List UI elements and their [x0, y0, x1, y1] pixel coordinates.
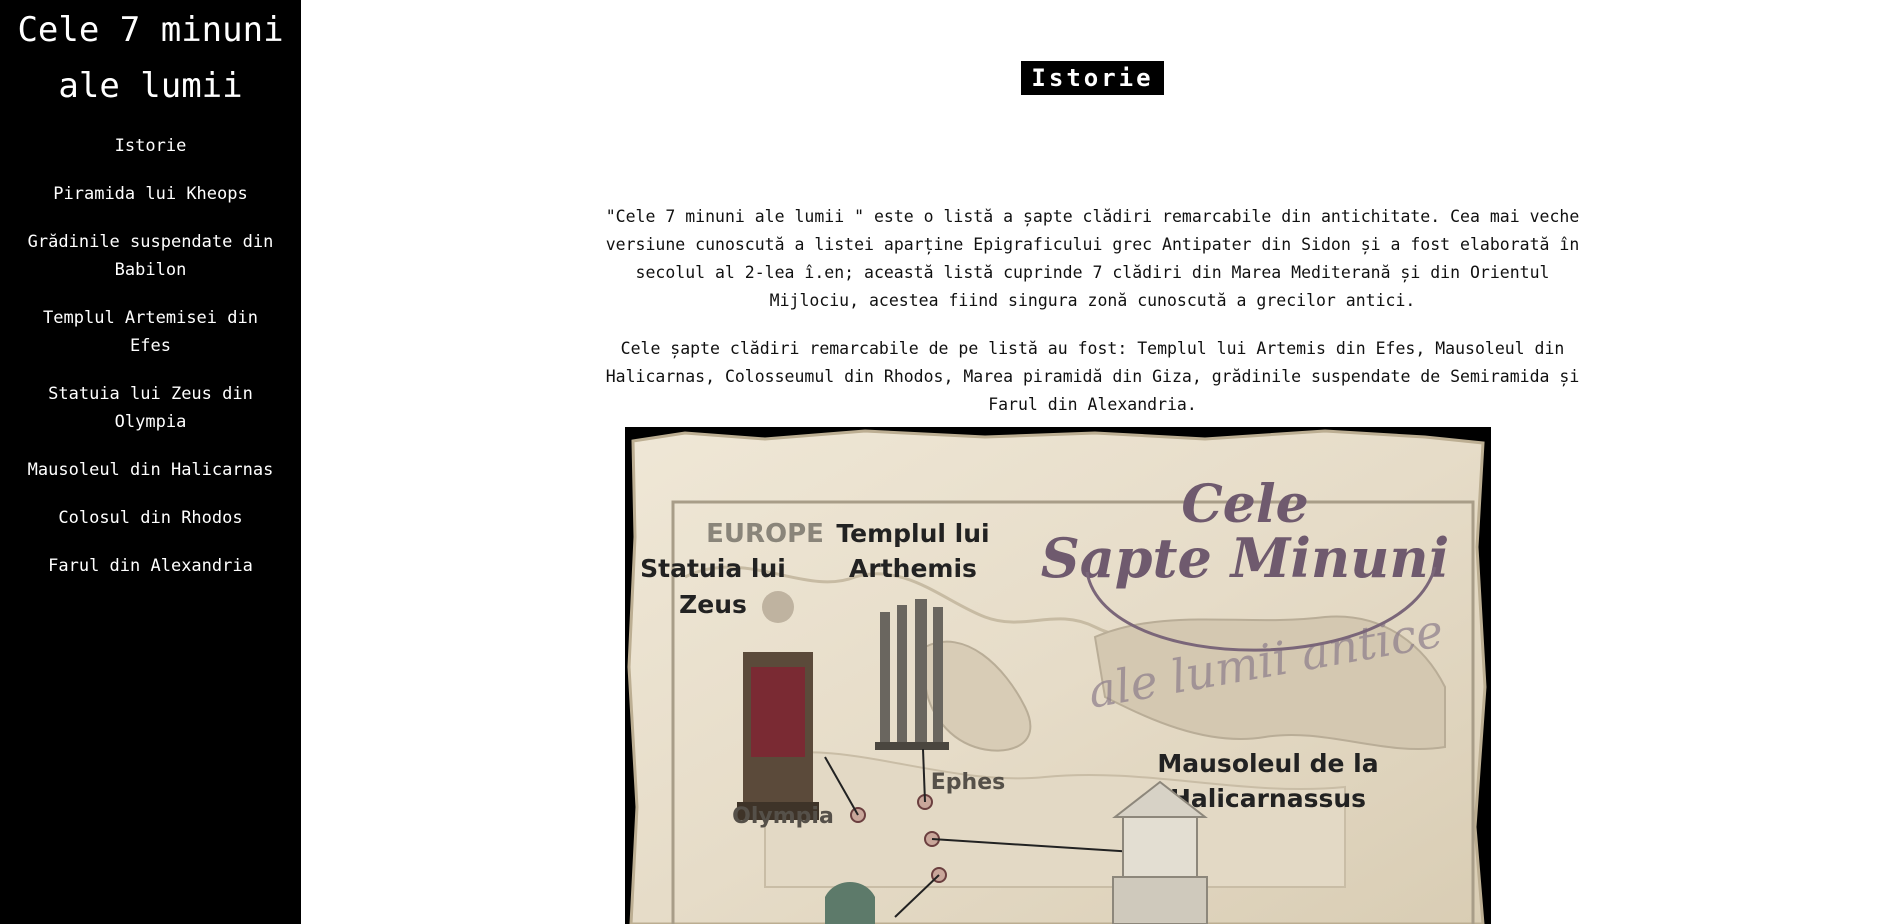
sidebar-item-piramida[interactable]: Piramida lui Kheops [0, 180, 301, 208]
map-label-zeus-2: Zeus [679, 590, 747, 619]
sidebar: Cele 7 minuni ale lumii Istorie Piramida… [0, 0, 301, 924]
map-label-mausoleum-2: Halicarnassus [1170, 784, 1366, 813]
map-label-europe: EUROPE [706, 519, 824, 549]
sidebar-item-gradinile[interactable]: Grădinile suspendate din Babilon [0, 228, 301, 284]
site-title: Cele 7 minuni ale lumii [17, 10, 284, 106]
map-label-ephes: Ephes [931, 770, 1005, 795]
sidebar-item-mausoleul[interactable]: Mausoleul din Halicarnas [0, 456, 301, 484]
sidebar-item-farul[interactable]: Farul din Alexandria [0, 552, 301, 580]
wonders-map-image: Cele Sapte Minuni ale lumii antice EUROP… [625, 427, 1491, 924]
paragraph-list: Cele șapte clădiri remarcabile de pe lis… [605, 338, 1580, 414]
sidebar-item-colosul[interactable]: Colosul din Rhodos [0, 504, 301, 532]
map-illustration: Cele Sapte Minuni ale lumii antice EUROP… [627, 429, 1487, 924]
map-label-olympia: Olympia [732, 804, 834, 829]
sidebar-item-statuia[interactable]: Statuia lui Zeus din Olympia [0, 380, 301, 436]
map-label-mausoleum-1: Mausoleul de la [1157, 749, 1378, 778]
sidebar-item-istorie[interactable]: Istorie [0, 132, 301, 160]
map-label-temple-1: Templul lui [836, 519, 989, 548]
sidebar-item-templul[interactable]: Templul Artemisei din Efes [0, 304, 301, 360]
paragraph-intro: "Cele 7 minuni ale lumii " este o listă … [605, 206, 1580, 310]
article-body: "Cele 7 minuni ale lumii " este o listă … [598, 203, 1588, 419]
colossus-illustration [825, 882, 875, 924]
section-heading: Istorie [1021, 61, 1164, 95]
map-title-line2: Sapte Minuni [1041, 526, 1449, 590]
map-label-zeus-1: Statuia lui [640, 554, 786, 583]
map-label-temple-2: Arthemis [849, 554, 977, 583]
sidebar-nav: Istorie Piramida lui Kheops Grădinile su… [0, 132, 301, 580]
